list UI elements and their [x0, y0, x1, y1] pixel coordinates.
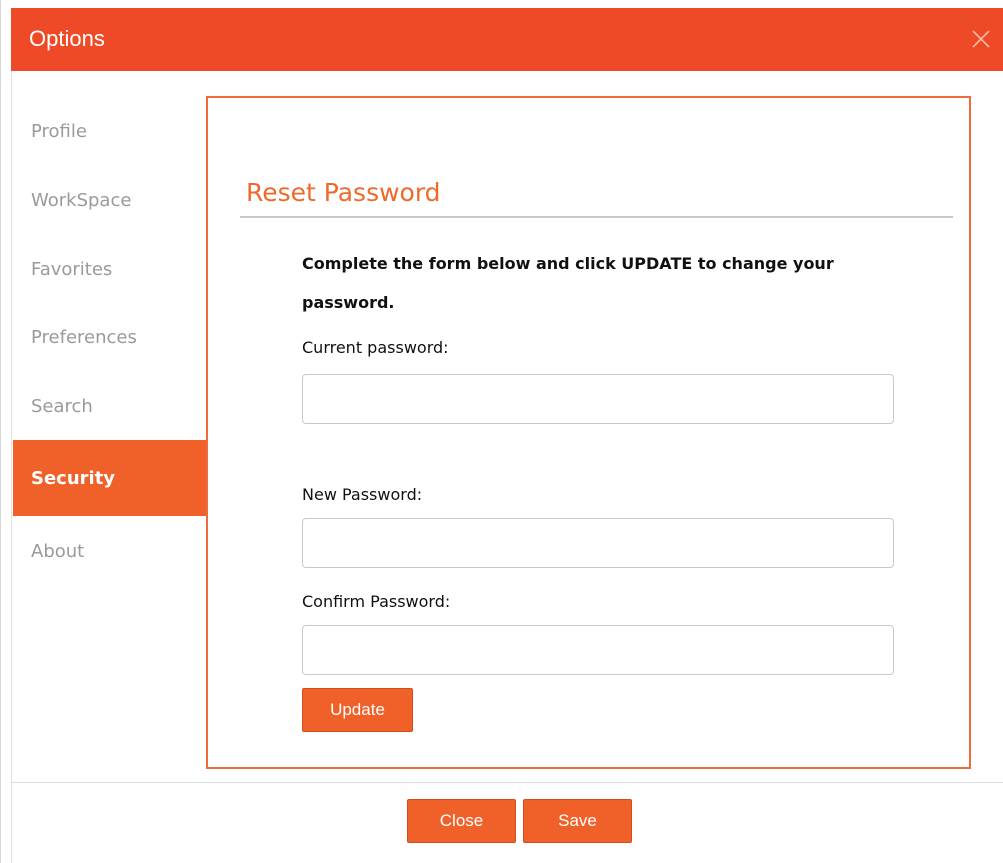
panel-title: Reset Password [246, 178, 441, 207]
sidebar-item-workspace[interactable]: WorkSpace [13, 165, 207, 235]
new-password-field[interactable] [302, 518, 894, 568]
sidebar-item-label: Search [31, 395, 93, 417]
sidebar-item-favorites[interactable]: Favorites [13, 234, 207, 304]
sidebar-item-label: WorkSpace [31, 189, 132, 211]
sidebar-item-label: Favorites [31, 258, 113, 280]
new-password-label: New Password: [302, 485, 423, 504]
confirm-password-label: Confirm Password: [302, 592, 451, 611]
current-password-field[interactable] [302, 374, 894, 424]
instructions-text: Complete the form below and click UPDATE… [302, 254, 834, 312]
close-icon[interactable] [968, 26, 994, 52]
sidebar-item-label: Profile [31, 120, 87, 142]
sidebar-item-label: Security [31, 467, 116, 489]
options-dialog: Options Profile WorkSpace Favorites Pref… [0, 0, 1003, 863]
current-password-label: Current password: [302, 338, 449, 357]
sidebar-item-profile[interactable]: Profile [13, 96, 207, 166]
sidebar-item-label: Preferences [31, 326, 137, 348]
sidebar-item-about[interactable]: About [13, 516, 207, 586]
confirm-password-field[interactable] [302, 625, 894, 675]
save-button[interactable]: Save [523, 799, 632, 843]
sidebar-item-label: About [31, 540, 85, 562]
footer-divider [11, 782, 1003, 783]
close-button[interactable]: Close [407, 799, 516, 843]
title-divider [240, 216, 953, 218]
dialog-title: Options [29, 26, 105, 51]
title-bar: Options [11, 8, 1003, 71]
left-divider [11, 71, 12, 863]
sidebar-item-search[interactable]: Search [13, 371, 207, 441]
sidebar-item-security[interactable]: Security [13, 440, 207, 516]
security-panel: Reset Password Complete the form below a… [206, 96, 971, 769]
update-button[interactable]: Update [302, 688, 413, 732]
sidebar-item-preferences[interactable]: Preferences [13, 302, 207, 372]
